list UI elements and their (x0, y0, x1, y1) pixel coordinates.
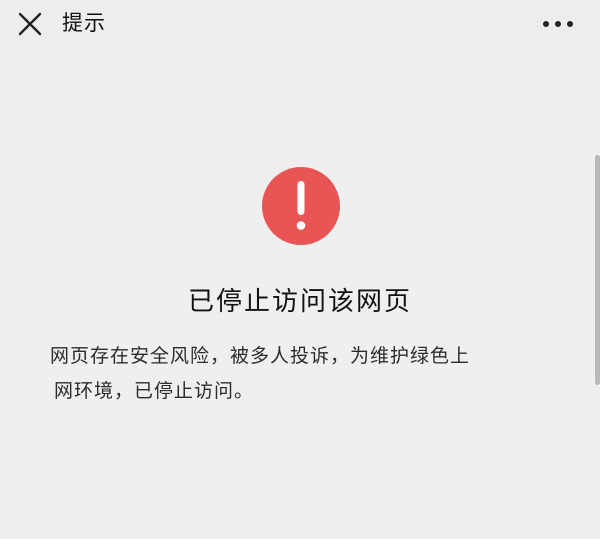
more-icon (543, 21, 573, 27)
exclamation-icon (262, 167, 340, 245)
alert-heading: 已停止访问该网页 (187, 287, 412, 317)
scrollbar[interactable] (595, 155, 600, 385)
page-title: 提示 (62, 11, 106, 35)
close-icon (18, 12, 42, 36)
alert-message-line: 网页存在安全风险，被多人投诉，为维护绿色上 (50, 345, 471, 367)
more-options-button[interactable] (538, 8, 578, 40)
alert-message-line: 网环境，已停止访问。 (54, 380, 255, 402)
alert-message: 网页存在安全风险，被多人投诉，为维护绿色上 网环境，已停止访问。 (50, 339, 560, 409)
close-button[interactable] (14, 8, 46, 40)
top-bar: 提示 (0, 0, 600, 50)
